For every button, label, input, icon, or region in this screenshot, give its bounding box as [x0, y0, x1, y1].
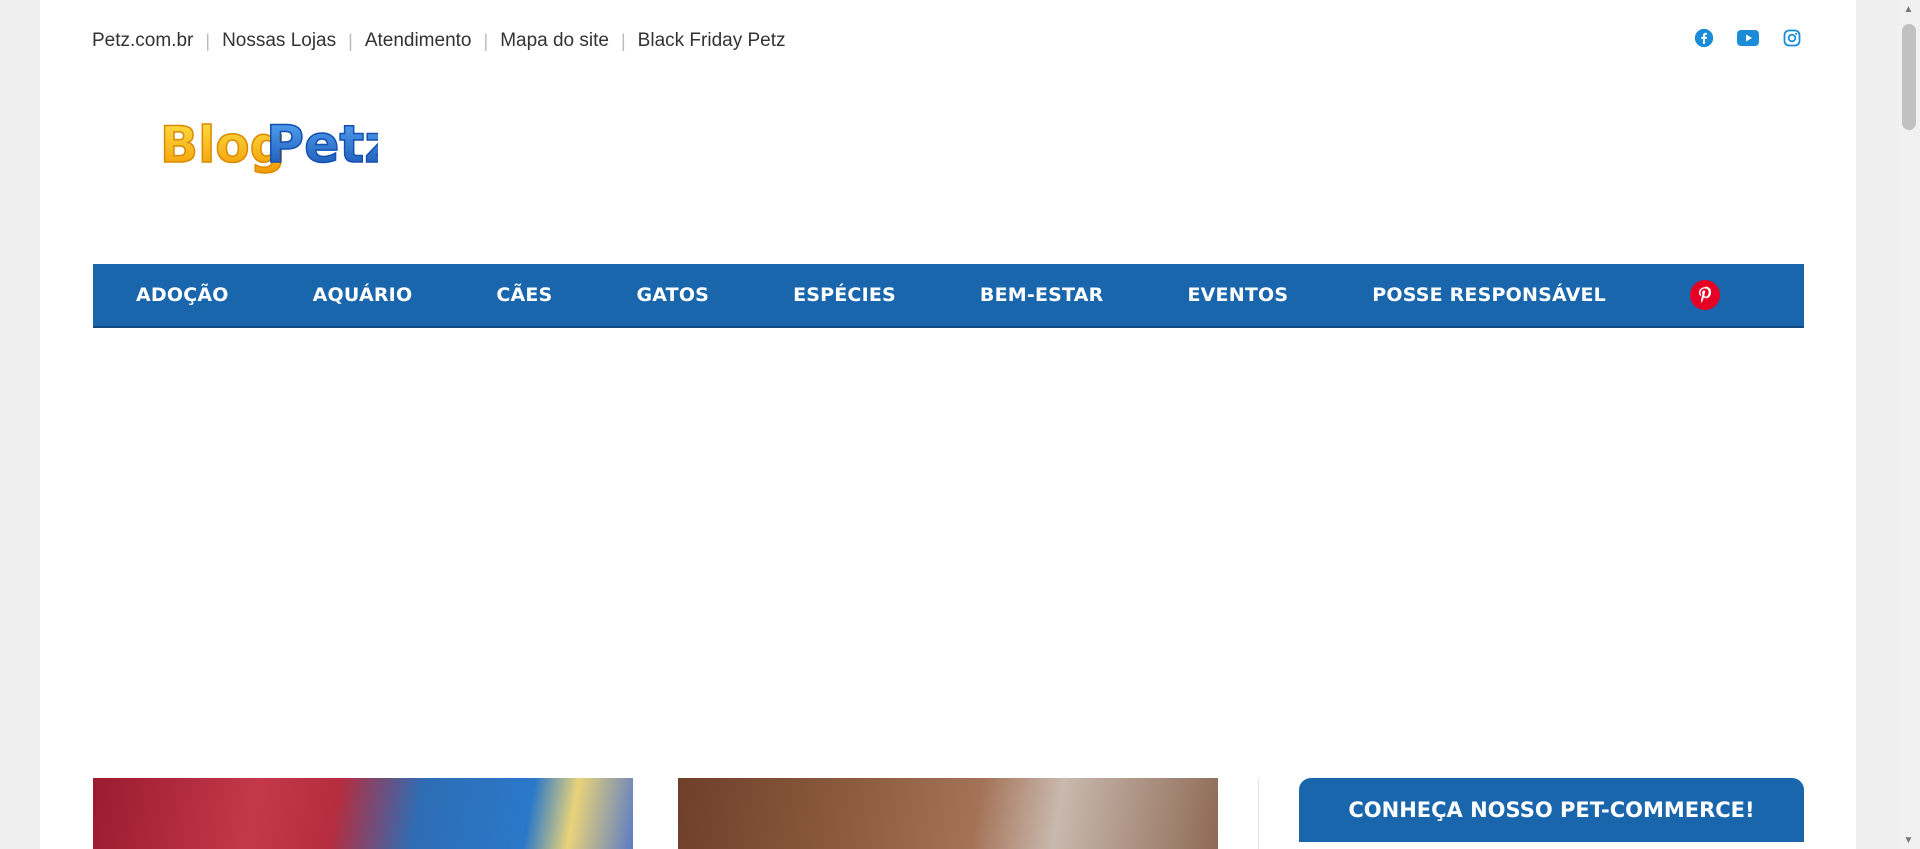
top-links-bar: Petz.com.br | Nossas Lojas | Atendimento… [92, 28, 786, 54]
nav-item-adocao[interactable]: ADOÇÃO [93, 284, 271, 306]
blog-petz-logo[interactable]: Blog Petz [118, 100, 395, 210]
nav-item-caes[interactable]: CÃES [454, 284, 594, 306]
article-thumbnail-image[interactable] [678, 778, 1218, 849]
pet-commerce-banner[interactable]: CONHEÇA NOSSO PET-COMMERCE! [1299, 778, 1804, 842]
nav-item-gatos[interactable]: GATOS [594, 284, 751, 306]
separator: | [620, 30, 626, 51]
instagram-icon[interactable] [1780, 26, 1804, 50]
scrollbar-thumb[interactable] [1902, 24, 1916, 130]
nav-item-bem-estar[interactable]: BEM-ESTAR [938, 284, 1146, 306]
nav-item-aquario[interactable]: AQUÁRIO [271, 284, 455, 306]
svg-text:Petz: Petz [266, 115, 378, 175]
nav-item-eventos[interactable]: EVENTOS [1145, 284, 1330, 306]
top-link-atendimento[interactable]: Atendimento [365, 30, 472, 52]
vertical-scrollbar[interactable]: ▲ ▼ [1897, 0, 1920, 849]
pinterest-icon[interactable] [1689, 280, 1720, 310]
article-thumbnail-image[interactable] [93, 778, 633, 849]
separator: | [348, 30, 353, 51]
top-link-nossas-lojas[interactable]: Nossas Lojas [222, 30, 336, 52]
page-content: Petz.com.br | Nossas Lojas | Atendimento… [40, 0, 1856, 849]
scroll-up-arrow-icon[interactable]: ▲ [1897, 0, 1920, 18]
nav-item-posse-responsavel[interactable]: POSSE RESPONSÁVEL [1330, 284, 1648, 306]
top-link-petz[interactable]: Petz.com.br [92, 30, 193, 52]
nav-item-especies[interactable]: ESPÉCIES [751, 284, 938, 306]
top-link-black-friday[interactable]: Black Friday Petz [638, 30, 786, 52]
separator: | [483, 30, 489, 51]
social-links [1692, 26, 1804, 50]
top-link-mapa-do-site[interactable]: Mapa do site [500, 30, 609, 52]
scroll-down-arrow-icon[interactable]: ▼ [1897, 831, 1920, 849]
column-divider [1258, 778, 1259, 849]
facebook-icon[interactable] [1692, 26, 1716, 50]
youtube-icon[interactable] [1736, 26, 1760, 50]
main-navigation: ADOÇÃO AQUÁRIO CÃES GATOS ESPÉCIES BEM-E… [93, 264, 1804, 328]
separator: | [205, 30, 211, 51]
